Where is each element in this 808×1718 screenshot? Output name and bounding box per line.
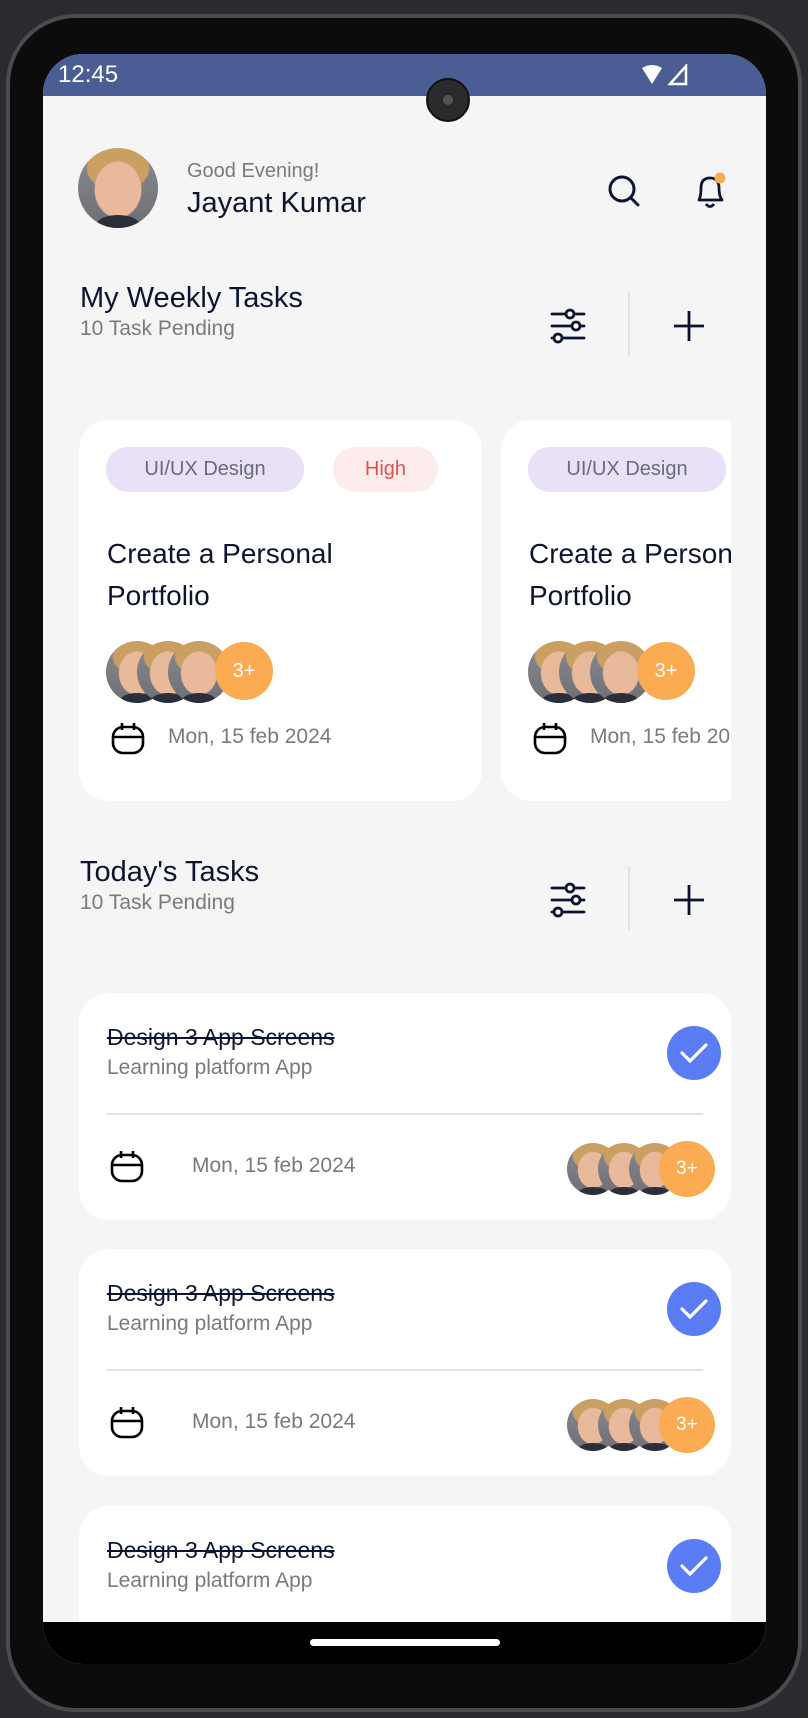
today-title: Today's Tasks xyxy=(80,856,260,888)
task-complete-checkbox[interactable] xyxy=(667,1026,721,1080)
card-title-line1: Create a Personal xyxy=(107,538,333,569)
weekly-task-card[interactable]: UI/UX Design Create a Personal Portfolio… xyxy=(501,420,731,801)
card-date: Mon, 15 feb 2024 xyxy=(168,725,332,748)
task-subtitle: Learning platform App xyxy=(107,1312,313,1335)
status-time: 12:45 xyxy=(58,61,119,88)
divider xyxy=(107,1113,703,1115)
check-icon xyxy=(680,1299,708,1320)
user-name: Jayant Kumar xyxy=(187,187,366,219)
add-weekly-task-icon[interactable] xyxy=(671,308,707,344)
divider xyxy=(628,292,630,356)
weekly-subtitle: 10 Task Pending xyxy=(80,317,235,340)
task-date: Mon, 15 feb 2024 xyxy=(192,1154,356,1177)
task-subtitle: Learning platform App xyxy=(107,1569,313,1592)
card-title-line2: Portfolio xyxy=(107,580,210,611)
priority-chip: High xyxy=(333,447,438,492)
task-title: Design 3 App Screens xyxy=(107,1280,335,1306)
category-chip: UI/UX Design xyxy=(106,447,304,492)
calendar-icon xyxy=(110,1151,144,1183)
more-members-badge: 3+ xyxy=(659,1397,715,1453)
bell-icon[interactable] xyxy=(691,170,731,214)
filter-icon[interactable] xyxy=(548,880,588,920)
check-icon xyxy=(680,1043,708,1064)
card-title-line1: Create a Personal xyxy=(529,538,731,569)
divider xyxy=(628,866,630,930)
weekly-title: My Weekly Tasks xyxy=(80,282,303,314)
home-indicator[interactable] xyxy=(310,1639,500,1646)
task-date: Mon, 15 feb 2024 xyxy=(192,1410,356,1433)
today-task-card[interactable]: Design 3 App Screens Learning platform A… xyxy=(79,993,731,1220)
weekly-cards-carousel[interactable]: UI/UX Design High Create a Personal Port… xyxy=(79,420,731,856)
task-subtitle: Learning platform App xyxy=(107,1056,313,1079)
category-chip: UI/UX Design xyxy=(528,447,726,492)
add-today-task-icon[interactable] xyxy=(671,882,707,918)
notification-dot xyxy=(714,172,726,184)
task-complete-checkbox[interactable] xyxy=(667,1539,721,1593)
weekly-task-card[interactable]: UI/UX Design High Create a Personal Port… xyxy=(79,420,482,801)
card-date: Mon, 15 feb 2024 xyxy=(590,725,731,748)
calendar-icon xyxy=(110,1407,144,1439)
greeting-text: Good Evening! xyxy=(187,160,320,182)
card-title-line2: Portfolio xyxy=(529,580,632,611)
navigation-bar xyxy=(43,1622,766,1664)
screen: 12:45 Good Evening! Jayant Kumar My Week… xyxy=(43,54,766,1664)
calendar-icon xyxy=(111,723,145,755)
user-avatar[interactable] xyxy=(78,148,158,228)
status-bar: 12:45 xyxy=(43,54,766,96)
wifi-icon xyxy=(642,64,688,86)
today-subtitle: 10 Task Pending xyxy=(80,891,235,914)
search-icon[interactable] xyxy=(605,172,645,212)
task-title: Design 3 App Screens xyxy=(107,1024,335,1050)
task-complete-checkbox[interactable] xyxy=(667,1282,721,1336)
divider xyxy=(107,1369,703,1371)
more-members-badge: 3+ xyxy=(659,1141,715,1197)
filter-icon[interactable] xyxy=(548,306,588,346)
task-title: Design 3 App Screens xyxy=(107,1537,335,1563)
more-members-badge: 3+ xyxy=(637,642,695,700)
check-icon xyxy=(680,1556,708,1577)
more-members-badge: 3+ xyxy=(215,642,273,700)
calendar-icon xyxy=(533,723,567,755)
camera-cutout xyxy=(426,78,470,122)
today-task-card[interactable]: Design 3 App Screens Learning platform A… xyxy=(79,1249,731,1476)
